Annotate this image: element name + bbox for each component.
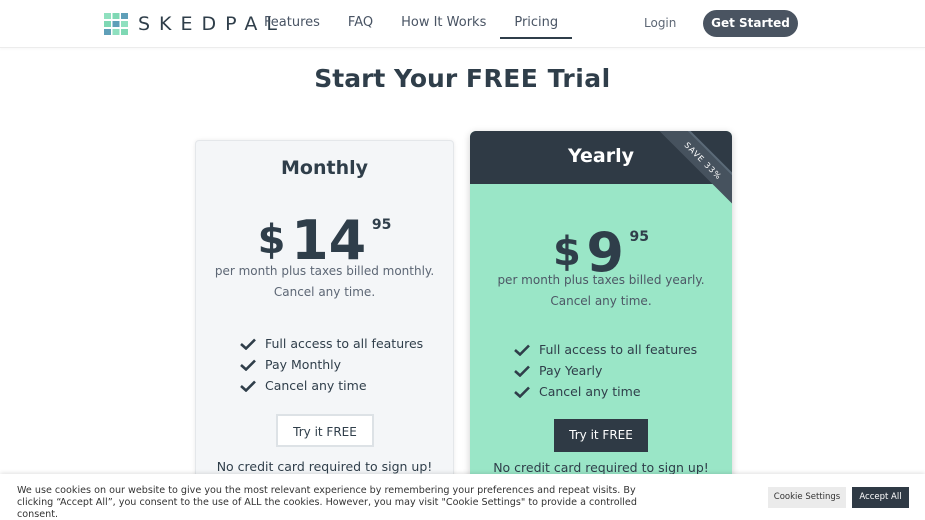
price-currency: $ <box>257 217 286 263</box>
get-started-button[interactable]: Get Started <box>703 10 798 37</box>
price-currency: $ <box>552 229 581 275</box>
skedpal-logo-icon <box>104 13 128 35</box>
feature-list: Full access to all features Pay Monthly … <box>240 333 423 396</box>
pricing-card-monthly: Monthly $ 14 95 per month plus taxes bil… <box>195 140 454 490</box>
feature-item: Cancel any time <box>240 375 423 396</box>
feature-item: Cancel any time <box>514 381 697 402</box>
price-cents: 95 <box>629 229 650 245</box>
plan-description: per month plus taxes billed monthly. Can… <box>196 261 453 303</box>
try-free-button-monthly[interactable]: Try it FREE <box>276 414 374 447</box>
title-highlight: FREE Trial <box>465 64 611 93</box>
title-prefix: Start Your <box>314 64 458 93</box>
feature-label: Full access to all features <box>265 336 424 351</box>
feature-item: Full access to all features <box>514 339 697 360</box>
feature-item: Pay Monthly <box>240 354 423 375</box>
feature-item: Full access to all features <box>240 333 423 354</box>
feature-label: Cancel any time <box>539 384 641 399</box>
checkmark-icon <box>514 386 530 398</box>
checkmark-icon <box>514 365 530 377</box>
main-nav: Features FAQ How It Works Pricing <box>250 0 573 48</box>
plan-description: per month plus taxes billed yearly. Canc… <box>470 270 732 312</box>
feature-label: Cancel any time <box>265 378 367 393</box>
feature-label: Pay Monthly <box>265 357 342 372</box>
plan-description-line: per month plus taxes billed monthly. <box>214 264 435 278</box>
no-credit-card-note: No credit card required to sign up! <box>216 459 433 474</box>
nav-item-faq[interactable]: FAQ <box>334 0 387 48</box>
feature-label: Pay Yearly <box>539 363 603 378</box>
site-header: SKEDPAL Features FAQ How It Works Pricin… <box>0 0 925 48</box>
nav-item-pricing[interactable]: Pricing <box>500 0 573 39</box>
feature-item: Pay Yearly <box>514 360 697 381</box>
try-free-button-yearly[interactable]: Try it FREE <box>554 419 648 452</box>
plan-description-line: Cancel any time. <box>273 285 376 299</box>
accept-all-button[interactable]: Accept All <box>852 487 909 508</box>
nav-item-how-it-works[interactable]: How It Works <box>387 0 500 48</box>
checkmark-icon <box>514 344 530 356</box>
plan-name: Monthly <box>281 157 368 179</box>
feature-label: Full access to all features <box>539 342 698 357</box>
checkmark-icon <box>240 380 256 392</box>
plan-description-line: Cancel any time. <box>550 294 652 308</box>
cookie-settings-button[interactable]: Cookie Settings <box>768 487 846 508</box>
page-title: Start Your FREE Trial <box>0 64 925 93</box>
login-link[interactable]: Login <box>644 16 676 30</box>
price-cents: 95 <box>371 217 392 233</box>
plan-description-line: per month plus taxes billed yearly. <box>497 273 705 287</box>
no-credit-card-note: No credit card required to sign up! <box>493 460 709 475</box>
pricing-card-yearly: Yearly SAVE 33% $ 9 95 per month plus ta… <box>470 131 732 490</box>
checkmark-icon <box>240 359 256 371</box>
cookie-consent-text: We use cookies on our website to give yo… <box>17 485 637 520</box>
feature-list: Full access to all features Pay Yearly C… <box>514 339 697 402</box>
checkmark-icon <box>240 338 256 350</box>
nav-item-features[interactable]: Features <box>250 0 334 48</box>
cookie-consent-bar: We use cookies on our website to give yo… <box>0 474 925 520</box>
